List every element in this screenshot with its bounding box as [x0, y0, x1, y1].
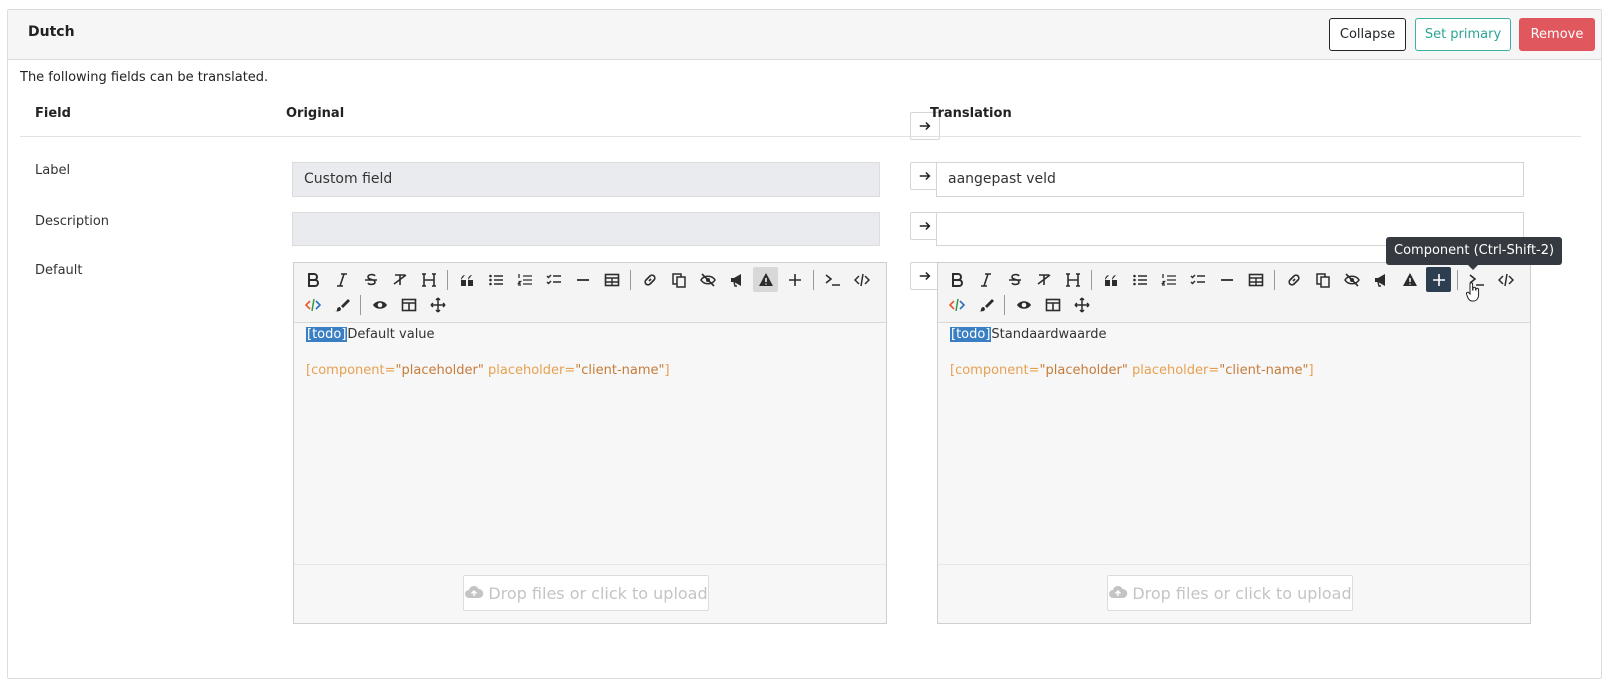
row-label-default: Default — [35, 263, 83, 278]
unordered-list-icon[interactable] — [483, 267, 508, 292]
italic-icon[interactable] — [329, 267, 354, 292]
heading-icon[interactable] — [416, 267, 441, 292]
upload-area: Drop files or click to upload — [294, 564, 886, 623]
arrow-right-icon — [919, 171, 931, 181]
cloud-upload-icon — [1109, 585, 1128, 598]
row-label-label: Label — [35, 163, 71, 178]
heading-icon[interactable] — [1060, 267, 1085, 292]
table-icon[interactable] — [1243, 267, 1268, 292]
cloud-upload-icon — [465, 585, 484, 598]
editor-text: Standaardwaarde — [991, 327, 1107, 342]
brush-icon[interactable] — [329, 292, 354, 317]
header-divider — [20, 136, 1581, 137]
translation-markdown-editor: [todo]Standaardwaarde [component="placeh… — [937, 262, 1531, 624]
warning-icon[interactable] — [1397, 267, 1422, 292]
editor-toolbar — [294, 263, 886, 323]
code-icon[interactable] — [849, 267, 874, 292]
quote-icon[interactable] — [1098, 267, 1123, 292]
editor-text: Default value — [347, 327, 435, 342]
brush-icon[interactable] — [973, 292, 998, 317]
table-icon[interactable] — [599, 267, 624, 292]
original-markdown-editor: [todo]Default value [component="placehol… — [293, 262, 887, 624]
original-label-field: Custom field — [292, 162, 880, 197]
todo-tag: [todo] — [950, 327, 992, 342]
row-label-description: Description — [35, 214, 110, 229]
code-color-icon[interactable] — [944, 292, 969, 317]
terminal-icon[interactable] — [820, 267, 845, 292]
component-icon[interactable] — [1426, 267, 1451, 292]
original-description-field — [292, 212, 880, 246]
preview-icon[interactable] — [367, 292, 392, 317]
arrow-right-icon — [919, 221, 931, 231]
preview-icon[interactable] — [1011, 292, 1036, 317]
language-title: Dutch — [28, 24, 75, 40]
upload-label: Drop files or click to upload — [1132, 583, 1352, 603]
arrow-right-icon — [919, 121, 931, 131]
hide-icon[interactable] — [695, 267, 720, 292]
editor-toolbar — [938, 263, 1530, 323]
announcement-icon[interactable] — [1368, 267, 1393, 292]
upload-label: Drop files or click to upload — [488, 583, 708, 603]
strikethrough-icon[interactable] — [358, 267, 383, 292]
fullscreen-icon[interactable] — [425, 292, 450, 317]
translation-label-field[interactable]: aangepast veld — [936, 162, 1524, 197]
fullscreen-icon[interactable] — [1069, 292, 1094, 317]
link-icon[interactable] — [1281, 267, 1306, 292]
editor-content[interactable]: [todo]Default value [component="placehol… — [306, 326, 876, 380]
set-primary-button[interactable]: Set primary — [1415, 18, 1511, 51]
column-header-original: Original — [286, 106, 345, 121]
remove-button[interactable]: Remove — [1519, 18, 1595, 51]
link-icon[interactable] — [637, 267, 662, 292]
upload-area: Drop files or click to upload — [938, 564, 1530, 623]
component-tooltip: Component (Ctrl-Shift-2) — [1386, 237, 1563, 270]
ordered-list-icon[interactable] — [512, 267, 537, 292]
card-header: Dutch Collapse Set primary Remove — [8, 10, 1601, 60]
clear-format-icon[interactable] — [1031, 267, 1056, 292]
bold-icon[interactable] — [300, 267, 325, 292]
plus-icon[interactable] — [782, 267, 807, 292]
italic-icon[interactable] — [973, 267, 998, 292]
arrow-right-icon — [919, 271, 931, 281]
warning-icon[interactable] — [753, 267, 778, 292]
column-header-field: Field — [35, 106, 71, 121]
quote-icon[interactable] — [454, 267, 479, 292]
horizontal-rule-icon[interactable] — [570, 267, 595, 292]
hide-icon[interactable] — [1339, 267, 1364, 292]
component-code-line: [component="placeholder" placeholder="cl… — [950, 363, 1314, 378]
upload-dropzone[interactable]: Drop files or click to upload — [463, 575, 709, 611]
side-by-side-icon[interactable] — [1040, 292, 1065, 317]
editor-content[interactable]: [todo]Standaardwaarde [component="placeh… — [950, 326, 1520, 380]
intro-text: The following fields can be translated. — [20, 70, 269, 85]
copy-icon[interactable] — [1310, 267, 1335, 292]
collapse-button[interactable]: Collapse — [1329, 18, 1406, 51]
hand-cursor-icon — [1465, 282, 1480, 302]
checklist-icon[interactable] — [541, 267, 566, 292]
copy-default-arrow-button[interactable] — [910, 262, 940, 290]
side-by-side-icon[interactable] — [396, 292, 421, 317]
clear-format-icon[interactable] — [387, 267, 412, 292]
bold-icon[interactable] — [944, 267, 969, 292]
announcement-icon[interactable] — [724, 267, 749, 292]
component-code-line: [component="placeholder" placeholder="cl… — [306, 363, 670, 378]
ordered-list-icon[interactable] — [1156, 267, 1181, 292]
horizontal-rule-icon[interactable] — [1214, 267, 1239, 292]
unordered-list-icon[interactable] — [1127, 267, 1152, 292]
checklist-icon[interactable] — [1185, 267, 1210, 292]
strikethrough-icon[interactable] — [1002, 267, 1027, 292]
code-color-icon[interactable] — [300, 292, 325, 317]
upload-dropzone[interactable]: Drop files or click to upload — [1107, 575, 1353, 611]
column-header-translation: Translation — [930, 106, 1012, 121]
todo-tag: [todo] — [306, 327, 348, 342]
copy-icon[interactable] — [666, 267, 691, 292]
code-icon[interactable] — [1493, 267, 1518, 292]
